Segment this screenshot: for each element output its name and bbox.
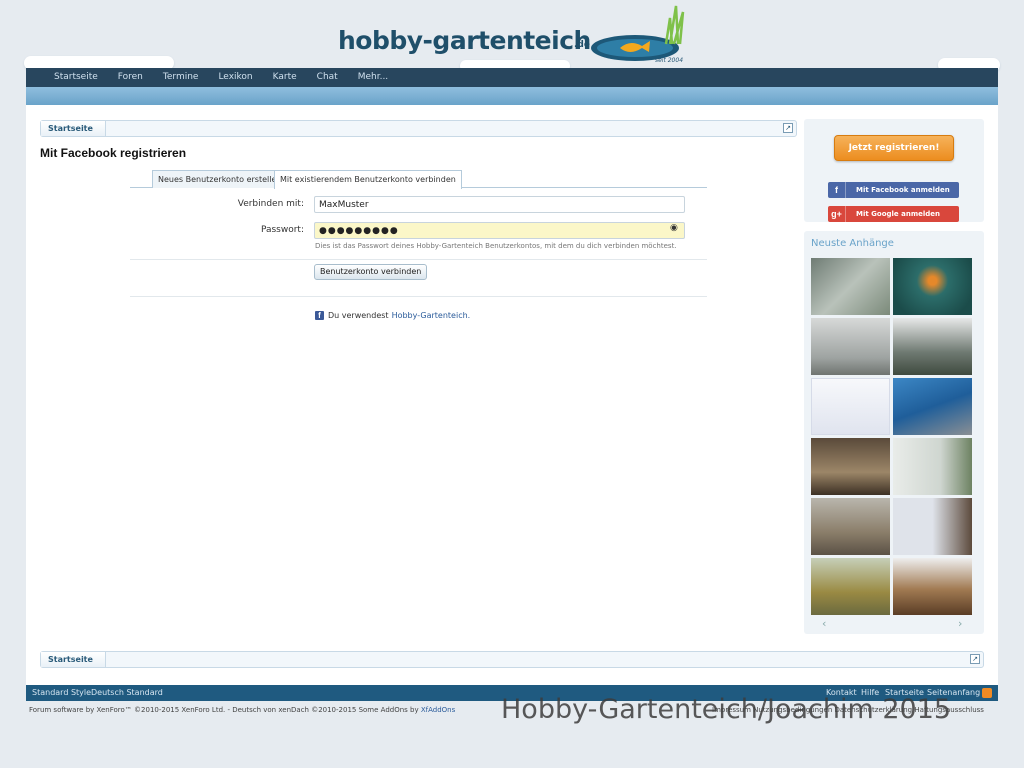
jump-arrow-icon[interactable]: ↗ [783,123,793,133]
attachment-thumbnail[interactable] [811,318,890,375]
logo-since: seit 2004 [655,57,684,64]
attachment-thumbnail[interactable] [893,498,972,555]
nav-karte[interactable]: Karte [263,68,307,87]
attachment-thumbnail[interactable] [811,378,890,435]
tab-bar: Neues Benutzerkonto erstellen Mit existi… [130,170,707,189]
attachment-thumbnail[interactable] [811,558,890,615]
attachment-thumbnail[interactable] [811,438,890,495]
facebook-note-link[interactable]: Hobby-Gartenteich. [392,311,471,320]
facebook-icon: f [828,182,846,198]
breadcrumb: Startseite ↗ [40,120,797,137]
attachment-thumbnail[interactable] [893,558,972,615]
reveal-password-icon[interactable]: ◉ [670,223,678,233]
facebook-note: f Du verwendest Hobby-Gartenteich. [315,311,470,320]
footer-breadcrumb-home[interactable]: Startseite [41,652,106,667]
legal-link[interactable]: XfAddOns [421,706,455,714]
legal-text: Forum software by XenForo™ ©2010-2015 Xe… [29,706,419,714]
attachment-thumbnail[interactable] [893,438,972,495]
facebook-login-label: Mit Facebook anmelden [856,186,950,194]
divider [130,259,707,260]
nav-chat[interactable]: Chat [307,68,348,87]
tab-new-account[interactable]: Neues Benutzerkonto erstellen [152,170,288,188]
content-panel: Startseite ↗ Mit Facebook registrieren N… [26,105,998,685]
facebook-login-button[interactable]: f Mit Facebook anmelden [828,182,959,198]
facebook-note-text: Du verwendest [328,311,389,320]
carousel-prev-icon[interactable]: ‹ [822,617,826,630]
legal-notice: Forum software by XenForo™ ©2010-2015 Xe… [29,706,455,714]
attachment-thumbnail[interactable] [893,318,972,375]
logo-text: hobby-gartenteich [338,26,591,55]
connect-label: Verbinden mit: [237,199,304,209]
footer-style-chooser[interactable]: Standard Style [32,685,91,701]
tab-existing-account[interactable]: Mit existierendem Benutzerkonto verbinde… [274,170,462,189]
nav-lexikon[interactable]: Lexikon [208,68,262,87]
attachment-thumbnail[interactable] [893,378,972,435]
carousel-next-icon[interactable]: › [958,617,962,630]
rss-icon[interactable] [982,688,992,698]
jump-arrow-icon[interactable]: ↗ [970,654,980,664]
watermark: Hobby-Gartenteich/Joachim 2015 [501,694,952,725]
register-button[interactable]: Jetzt registrieren! [834,135,954,161]
pond-fish-icon [591,5,685,61]
google-login-button[interactable]: g+ Mit Google anmelden [828,206,959,222]
attachments-title: Neuste Anhänge [811,238,894,249]
attachment-grid [811,258,973,615]
attachments-sidebar: Neuste Anhänge ‹ › [804,231,984,634]
logo-tld: .de [574,40,590,50]
login-sidebar: Jetzt registrieren! f Mit Facebook anmel… [804,119,984,222]
connect-input[interactable] [314,196,685,213]
google-plus-icon: g+ [828,206,846,222]
footer-language-chooser[interactable]: Deutsch Standard [91,685,163,701]
nav-startseite[interactable]: Startseite [44,68,108,87]
nav-mehr[interactable]: Mehr... [348,68,398,87]
attachment-thumbnail[interactable] [893,258,972,315]
password-input[interactable] [314,222,685,239]
main-navigation: Startseite Foren Termine Lexikon Karte C… [26,68,998,87]
footer-breadcrumb: Startseite ↗ [40,651,984,668]
connect-account-button[interactable]: Benutzerkonto verbinden [314,264,428,280]
page-title: Mit Facebook registrieren [40,146,187,160]
breadcrumb-home[interactable]: Startseite [41,121,106,136]
site-logo[interactable]: hobby-gartenteich .de seit 2004 [338,4,690,68]
password-label: Passwort: [260,225,304,235]
password-hint: Dies ist das Passwort deines Hobby-Garte… [315,242,677,250]
google-login-label: Mit Google anmelden [856,210,940,218]
divider [130,296,707,297]
sub-navigation-bar [26,87,998,105]
nav-foren[interactable]: Foren [108,68,153,87]
attachment-thumbnail[interactable] [811,258,890,315]
attachment-thumbnail[interactable] [811,498,890,555]
nav-termine[interactable]: Termine [153,68,209,87]
facebook-icon: f [315,311,324,320]
